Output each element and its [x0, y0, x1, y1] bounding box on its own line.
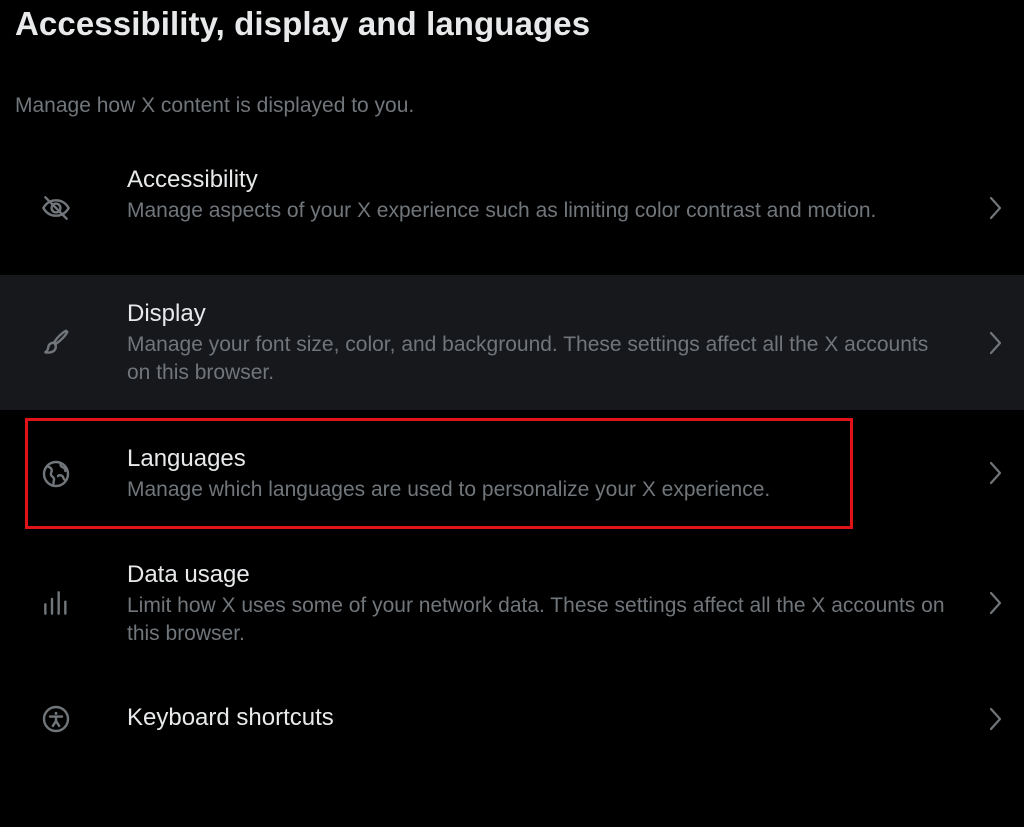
settings-item-keyboard-shortcuts[interactable]: Keyboard shortcuts — [0, 670, 1024, 790]
settings-item-title: Languages — [127, 445, 246, 472]
settings-item-accessibility[interactable]: Accessibility Manage aspects of your X e… — [0, 140, 1024, 275]
settings-item-title: Display — [127, 300, 206, 327]
settings-item-description: Manage your font size, color, and backgr… — [127, 333, 929, 384]
eye-slash-icon — [40, 192, 72, 224]
chevron-right-icon — [984, 588, 1006, 618]
settings-item-description: Manage aspects of your X experience such… — [127, 199, 877, 222]
chevron-right-icon — [984, 704, 1006, 734]
settings-item-description: Manage which languages are used to perso… — [127, 478, 771, 501]
page-title: Accessibility, display and languages — [15, 5, 591, 42]
settings-item-title: Keyboard shortcuts — [127, 704, 334, 731]
chevron-right-icon — [984, 193, 1006, 223]
page-subtitle: Manage how X content is displayed to you… — [15, 94, 415, 117]
settings-item-data-usage[interactable]: Data usage Limit how X uses some of your… — [0, 540, 1024, 670]
globe-icon — [40, 458, 72, 490]
settings-list: Accessibility Manage aspects of your X e… — [0, 140, 1024, 790]
chevron-right-icon — [984, 328, 1006, 358]
chevron-right-icon — [984, 458, 1006, 488]
settings-item-title: Accessibility — [127, 166, 258, 193]
bar-chart-icon — [40, 587, 72, 619]
paintbrush-icon — [40, 326, 72, 358]
accessibility-person-icon — [40, 703, 72, 735]
settings-item-description: Limit how X uses some of your network da… — [127, 594, 945, 645]
settings-item-title: Data usage — [127, 561, 250, 588]
settings-item-languages[interactable]: Languages Manage which languages are use… — [0, 410, 1024, 540]
settings-item-display[interactable]: Display Manage your font size, color, an… — [0, 275, 1024, 410]
